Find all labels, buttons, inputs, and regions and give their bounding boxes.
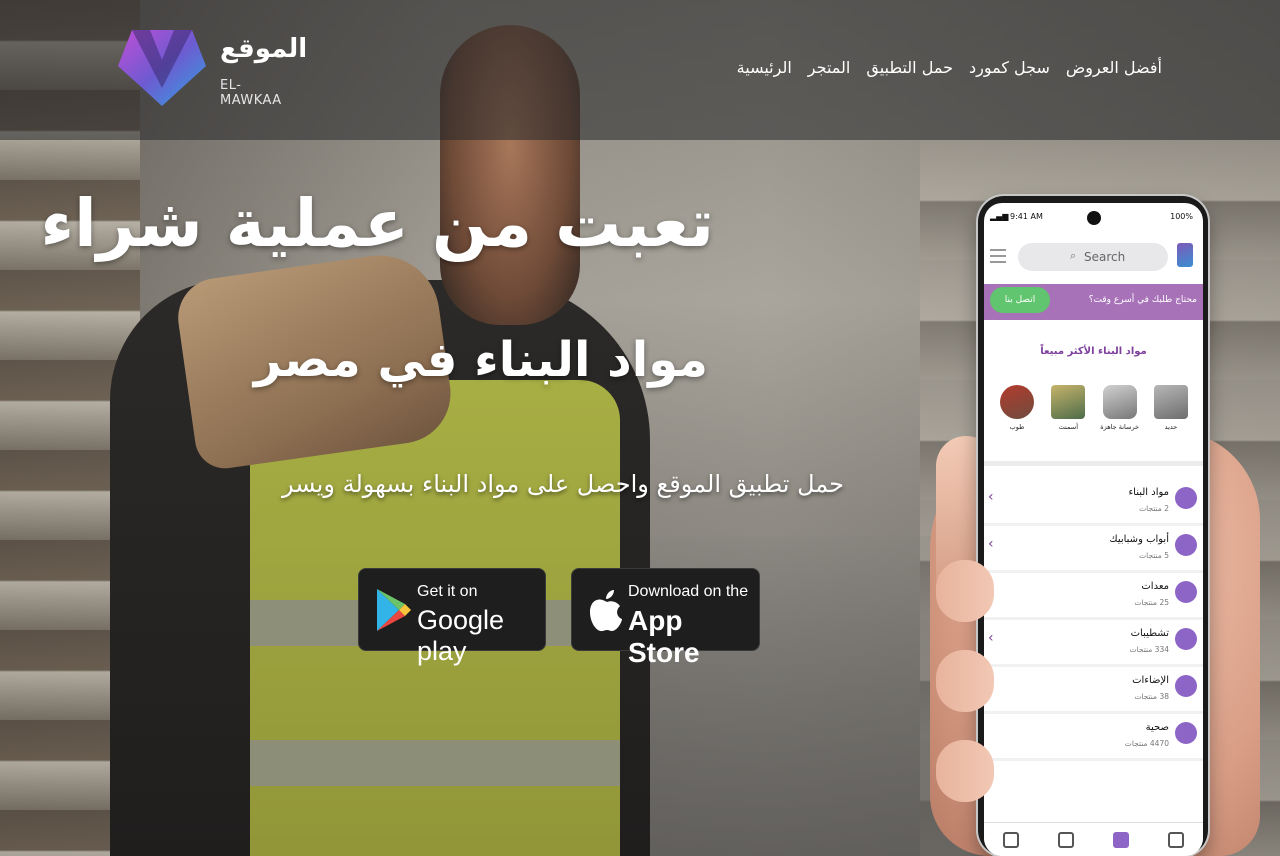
tab-orders-icon[interactable] bbox=[1003, 831, 1020, 848]
equipment-icon bbox=[1175, 581, 1197, 603]
search-icon: ⌕ bbox=[1070, 249, 1077, 262]
list-item[interactable]: صحية 4470 منتجات bbox=[984, 714, 1203, 761]
app-logo-icon bbox=[1177, 243, 1193, 267]
section-divider bbox=[984, 461, 1203, 466]
list-item[interactable]: معدات 25 منتجات ‹ bbox=[984, 573, 1203, 620]
nav-item-home[interactable]: الرئيسية bbox=[737, 58, 792, 77]
hamburger-menu-icon[interactable] bbox=[990, 249, 1006, 263]
phone-search-row: ⌕ Search bbox=[984, 241, 1203, 273]
list-item-count: 2 منتجات bbox=[1139, 504, 1169, 513]
google-play-big-label: Google play bbox=[417, 605, 505, 666]
contact-us-button[interactable]: اتصل بنا bbox=[990, 287, 1050, 313]
site-header: الموقع EL-MAWKAA الرئيسية المتجر حمل الت… bbox=[0, 0, 1280, 140]
category-label: أسمنت bbox=[1058, 423, 1078, 431]
bricks-wheelbarrow-icon bbox=[1000, 385, 1034, 419]
light-bulb-icon bbox=[1175, 675, 1197, 697]
list-item-title: مواد البناء bbox=[1128, 487, 1169, 498]
list-item[interactable]: تشطيبات 334 منتجات ‹ bbox=[984, 620, 1203, 667]
app-store-big-label: App Store bbox=[628, 605, 700, 668]
category-item[interactable]: أسمنت bbox=[1045, 385, 1091, 445]
signal-icon: ▂▄▆ bbox=[990, 212, 1009, 221]
finger bbox=[936, 650, 994, 712]
category-label: خرسانة جاهزة bbox=[1100, 423, 1140, 431]
status-battery: 100% bbox=[1170, 212, 1193, 221]
building-materials-icon bbox=[1175, 487, 1197, 509]
phone-search-input[interactable]: ⌕ Search bbox=[1018, 243, 1168, 271]
chevron-left-icon: ‹ bbox=[988, 489, 994, 505]
app-store-button[interactable]: Download on the App Store bbox=[571, 568, 760, 668]
category-item[interactable]: خرسانة جاهزة bbox=[1097, 385, 1143, 445]
finger bbox=[936, 740, 994, 802]
camera-icon bbox=[1087, 211, 1101, 225]
nav-item-best-offers[interactable]: أفضل العروض bbox=[1066, 58, 1162, 77]
phone-tab-bar bbox=[984, 822, 1203, 856]
logo-mark-icon bbox=[118, 30, 206, 106]
tab-users-icon[interactable] bbox=[1058, 831, 1075, 848]
faucet-icon bbox=[1175, 722, 1197, 744]
list-item[interactable]: الإضاءات 38 منتجات ‹ bbox=[984, 667, 1203, 714]
list-item-title: أبواب وشبابيك bbox=[1109, 534, 1169, 545]
list-item-title: الإضاءات bbox=[1132, 675, 1169, 686]
chevron-left-icon: ‹ bbox=[988, 630, 994, 646]
tab-offers-icon[interactable] bbox=[1112, 831, 1129, 848]
google-play-small-label: Get it on bbox=[417, 583, 478, 600]
list-item[interactable]: أبواب وشبابيك 5 منتجات ‹ bbox=[984, 526, 1203, 573]
paint-roller-icon bbox=[1175, 628, 1197, 650]
finger bbox=[936, 560, 994, 622]
app-store-small-label: Download on the bbox=[628, 583, 749, 600]
best-sellers-title: مواد البناء الأكثر مبيعاً bbox=[1040, 346, 1147, 357]
nav-item-register-supplier[interactable]: سجل كمورد bbox=[969, 58, 1050, 77]
brand-name-en: EL-MAWKAA bbox=[220, 78, 282, 108]
chevron-left-icon: ‹ bbox=[988, 536, 994, 552]
vest-stripe bbox=[250, 740, 620, 786]
category-list: مواد البناء 2 منتجات ‹ أبواب وشبابيك 5 م… bbox=[984, 479, 1203, 761]
list-item-title: تشطيبات bbox=[1130, 628, 1169, 639]
steel-bars-icon bbox=[1153, 385, 1188, 419]
list-item-count: 334 منتجات bbox=[1129, 645, 1169, 654]
category-item[interactable]: طوب bbox=[994, 385, 1040, 445]
list-item-count: 38 منتجات bbox=[1134, 692, 1169, 701]
brand-name-ar: الموقع bbox=[220, 34, 308, 64]
google-play-button[interactable]: Get it on Google play bbox=[358, 568, 546, 666]
nav-item-download-app[interactable]: حمل التطبيق bbox=[866, 58, 953, 77]
list-item-count: 4470 منتجات bbox=[1124, 739, 1169, 748]
category-row: حديد خرسانة جاهزة أسمنت طوب bbox=[994, 385, 1194, 445]
list-item-count: 25 منتجات bbox=[1134, 598, 1169, 607]
promo-text: محتاج طلبك في أسرع وقت؟ bbox=[1088, 295, 1197, 305]
search-placeholder: Search bbox=[1084, 250, 1126, 264]
hero-description: حمل تطبيق الموقع واحصل على مواد البناء ب… bbox=[282, 470, 844, 498]
list-item-count: 5 منتجات bbox=[1139, 551, 1169, 560]
cement-bag-icon bbox=[1051, 385, 1086, 419]
status-time: 9:41 AM bbox=[1010, 212, 1043, 221]
list-item-title: صحية bbox=[1145, 722, 1169, 733]
category-label: طوب bbox=[1009, 423, 1025, 431]
brand-logo[interactable]: الموقع EL-MAWKAA bbox=[114, 28, 307, 108]
list-item[interactable]: مواد البناء 2 منتجات ‹ bbox=[984, 479, 1203, 526]
concrete-mixer-icon bbox=[1102, 385, 1137, 419]
google-play-icon bbox=[377, 589, 411, 631]
category-label: حديد bbox=[1164, 423, 1178, 431]
promo-banner: اتصل بنا محتاج طلبك في أسرع وقت؟ bbox=[984, 284, 1203, 320]
apple-icon bbox=[590, 590, 622, 632]
main-nav: الرئيسية المتجر حمل التطبيق سجل كمورد أف… bbox=[737, 58, 1162, 77]
hero-subtitle: مواد البناء في مصر bbox=[253, 332, 708, 388]
list-item-title: معدات bbox=[1141, 581, 1169, 592]
category-item[interactable]: حديد bbox=[1148, 385, 1194, 445]
nav-item-store[interactable]: المتجر bbox=[808, 58, 851, 77]
hero-title: تعبت من عملية شراء bbox=[40, 185, 714, 262]
tab-grid-icon[interactable] bbox=[1167, 831, 1184, 848]
doors-windows-icon bbox=[1175, 534, 1197, 556]
phone-screen: ▂▄▆ 9:41 AM 100% ⌕ Search اتصل بنا محتاج… bbox=[984, 203, 1203, 856]
